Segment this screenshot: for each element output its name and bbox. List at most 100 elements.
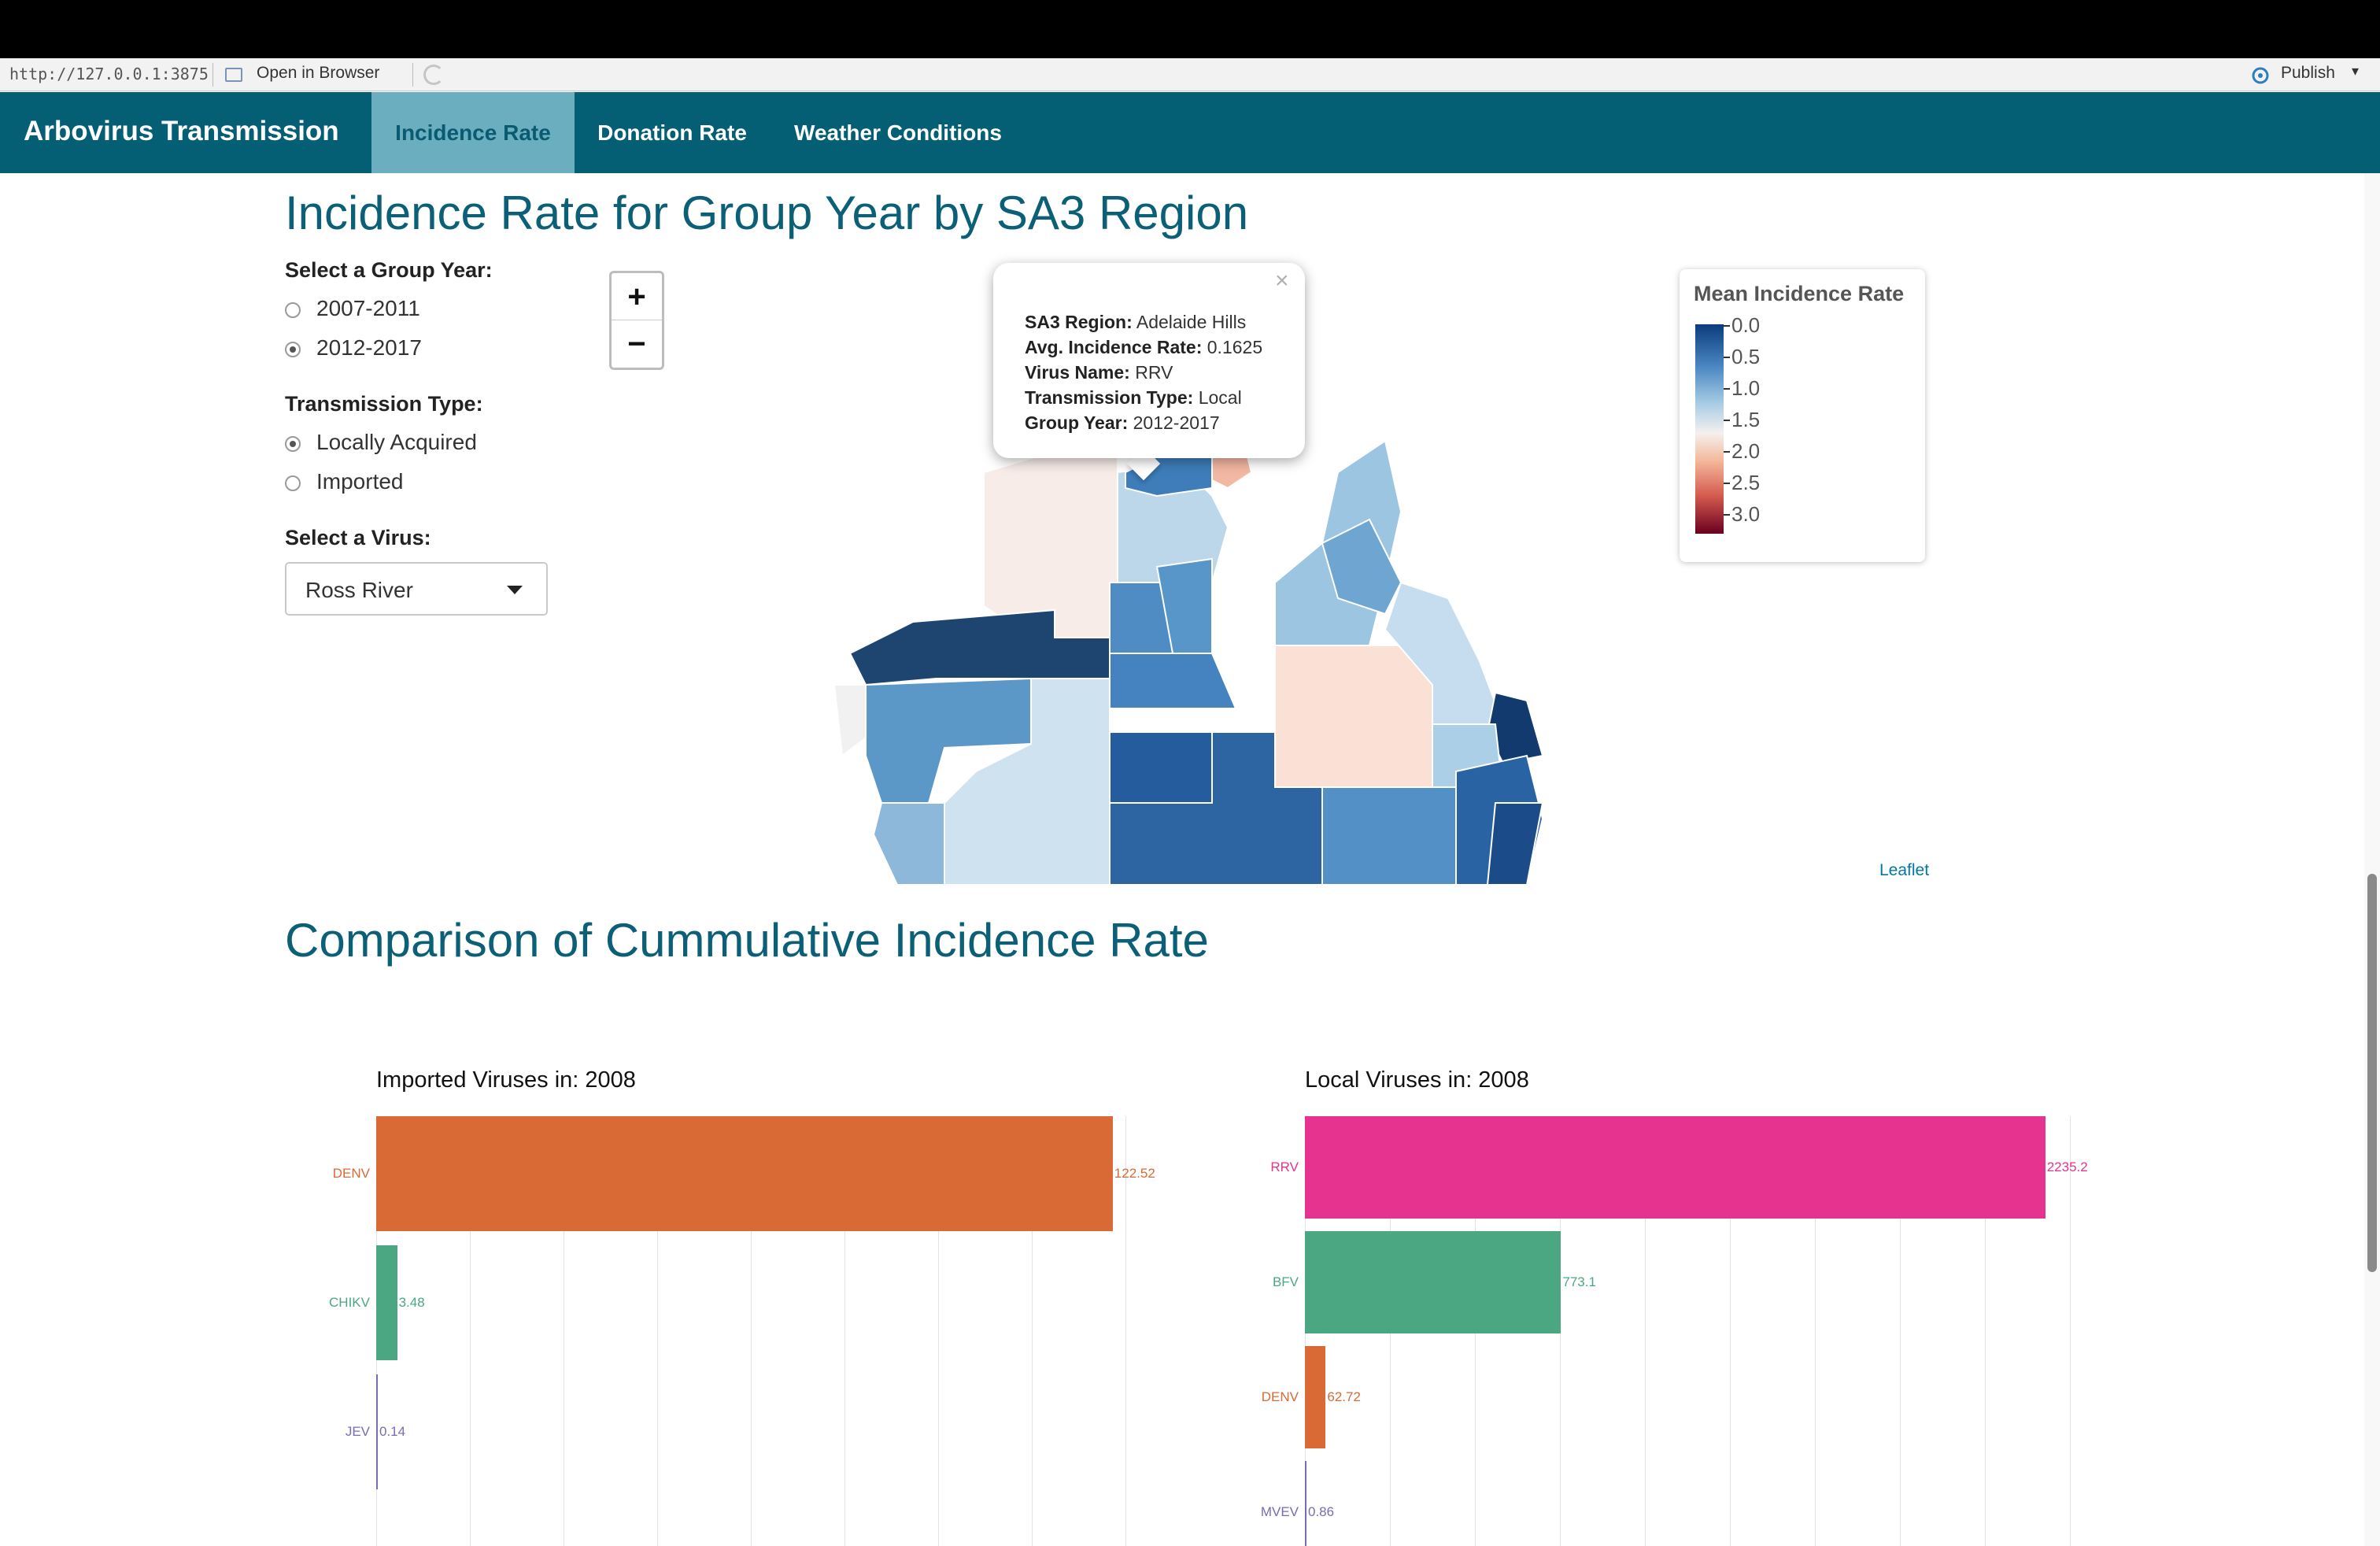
radio-label[interactable]: Imported	[316, 469, 404, 494]
chart-value-label: 0.14	[379, 1424, 406, 1439]
chart-gridline	[2070, 1116, 2071, 1546]
chart-category-label: CHIKV	[329, 1295, 370, 1310]
close-icon[interactable]: ×	[1275, 268, 1289, 294]
legend-tick	[1724, 483, 1730, 484]
radio-button[interactable]	[285, 475, 301, 491]
popup-value: Local	[1198, 387, 1242, 408]
legend-label: 1.0	[1731, 376, 1761, 400]
chart-title: Imported Viruses in: 2008	[376, 1067, 636, 1093]
popup-row: Transmission Type: Local	[1025, 387, 1242, 409]
section-title: Comparison of Cummulative Incidence Rate	[285, 914, 1209, 967]
chart-category-label: MVEV	[1260, 1504, 1299, 1519]
popup-key: Transmission Type:	[1025, 387, 1194, 408]
radio-label[interactable]: 2007-2011	[316, 296, 420, 321]
transmission-type-label: Transmission Type:	[285, 392, 483, 416]
popup-key: SA3 Region:	[1025, 312, 1133, 332]
scrollbar-track[interactable]	[2364, 173, 2380, 1546]
open-in-browser-button[interactable]: Open in Browser	[257, 64, 379, 83]
legend-label: 2.0	[1731, 439, 1761, 463]
popup-row: Group Year: 2012-2017	[1025, 412, 1220, 434]
virus-select-label: Select a Virus:	[285, 526, 431, 549]
virus-select[interactable]: Ross River	[285, 562, 548, 616]
refresh-icon[interactable]	[423, 65, 444, 85]
chart-category-label: BFV	[1272, 1274, 1299, 1289]
publish-button[interactable]: Publish	[2281, 64, 2335, 83]
viewer-url: http://127.0.0.1:3875	[9, 65, 209, 83]
tab-donation-rate[interactable]: Donation Rate	[575, 92, 770, 173]
map-region	[1321, 786, 1457, 885]
legend-label: 1.5	[1731, 408, 1761, 431]
chart-bar[interactable]	[1305, 1346, 1326, 1448]
chart-bar[interactable]	[1305, 1231, 1561, 1333]
chart-bar[interactable]	[376, 1374, 378, 1489]
group-year-label: Select a Group Year:	[285, 258, 493, 282]
popup-row: SA3 Region: Adelaide Hills	[1025, 312, 1246, 333]
popup-value: 2012-2017	[1133, 412, 1220, 433]
legend-tick	[1724, 420, 1730, 421]
scrollbar-thumb[interactable]	[2367, 874, 2377, 1272]
map-region	[1109, 731, 1213, 804]
map-region	[1109, 653, 1237, 709]
map-popup: × SA3 Region: Adelaide Hills Avg. Incide…	[993, 263, 1305, 458]
radio-label[interactable]: Locally Acquired	[316, 430, 477, 455]
map-region	[983, 431, 1118, 638]
map-region	[872, 802, 945, 885]
app-navbar: Arbovirus Transmission Incidence Rate Do…	[0, 92, 2380, 173]
toolbar-divider	[412, 63, 413, 87]
virus-select-value[interactable]: Ross River	[305, 578, 413, 603]
popup-value: Adelaide Hills	[1136, 312, 1247, 332]
popup-key: Group Year:	[1025, 412, 1129, 433]
radio-label[interactable]: 2012-2017	[316, 335, 422, 361]
chart-category-label: DENV	[332, 1166, 370, 1181]
chart-value-label: 122.52	[1114, 1166, 1155, 1181]
window-top-bar	[0, 0, 2380, 58]
legend-label: 0.5	[1731, 345, 1761, 368]
chart-bar[interactable]	[1305, 1116, 2046, 1219]
legend-tick	[1724, 388, 1730, 390]
zoom-in-button[interactable]: +	[612, 273, 662, 320]
leaflet-attribution-link[interactable]: Leaflet	[1879, 861, 1929, 880]
app-brand[interactable]: Arbovirus Transmission	[24, 116, 339, 147]
radio-button[interactable]	[285, 436, 301, 452]
chevron-down-icon[interactable]: ▾	[2352, 63, 2359, 80]
chevron-down-icon[interactable]	[507, 586, 523, 594]
popup-key: Avg. Incidence Rate:	[1025, 337, 1203, 357]
legend-label: 0.0	[1731, 313, 1761, 337]
legend-tick	[1724, 514, 1730, 516]
chart-value-label: 62.72	[1327, 1389, 1361, 1404]
chart-bar[interactable]	[376, 1245, 397, 1360]
chart-value-label: 2235.2	[2046, 1160, 2088, 1174]
radio-button[interactable]	[285, 342, 301, 357]
popup-row: Virus Name: RRV	[1025, 362, 1173, 383]
chart-value-label: 773.1	[1562, 1274, 1596, 1289]
legend-color-bar	[1695, 324, 1724, 534]
map-region	[1486, 802, 1544, 885]
popup-value: 0.1625	[1207, 337, 1263, 357]
publish-icon[interactable]	[2249, 66, 2271, 85]
chart-title: Local Viruses in: 2008	[1305, 1067, 1529, 1093]
radio-button[interactable]	[285, 302, 301, 318]
map-region	[1274, 645, 1433, 788]
chart-bar[interactable]	[1305, 1461, 1306, 1546]
tab-weather-conditions[interactable]: Weather Conditions	[771, 92, 1025, 173]
legend-tick	[1724, 451, 1730, 453]
popup-row: Avg. Incidence Rate: 0.1625	[1025, 337, 1262, 358]
chart-value-label: 3.48	[398, 1295, 425, 1310]
chart-bar[interactable]	[376, 1116, 1113, 1231]
legend-label: 3.0	[1731, 502, 1761, 526]
zoom-out-button[interactable]: −	[612, 321, 662, 368]
choropleth-map[interactable]	[834, 425, 1558, 885]
legend-tick	[1724, 325, 1730, 327]
map-zoom-control: + −	[609, 271, 664, 370]
chart-category-label: RRV	[1270, 1160, 1299, 1174]
local-viruses-chart: Local Viruses in: 2008 RRV 2235.2 BFV 773.1…	[0, 0, 2088, 1546]
map-legend: Mean Incidence Rate 0.0 0.5 1.0 1.5 2.0 …	[1680, 269, 1925, 562]
legend-title: Mean Incidence Rate	[1694, 282, 1905, 305]
legend-label: 2.5	[1731, 471, 1761, 494]
viewer-toolbar: http://127.0.0.1:3875 Open in Browser Pu…	[0, 58, 2380, 91]
chart-value-label: 0.86	[1308, 1504, 1335, 1519]
tab-incidence-rate[interactable]: Incidence Rate	[371, 92, 575, 173]
open-in-browser-icon[interactable]	[225, 68, 242, 82]
page-title: Incidence Rate for Group Year by SA3 Reg…	[285, 187, 1249, 239]
chart-category-label: JEV	[345, 1424, 370, 1439]
